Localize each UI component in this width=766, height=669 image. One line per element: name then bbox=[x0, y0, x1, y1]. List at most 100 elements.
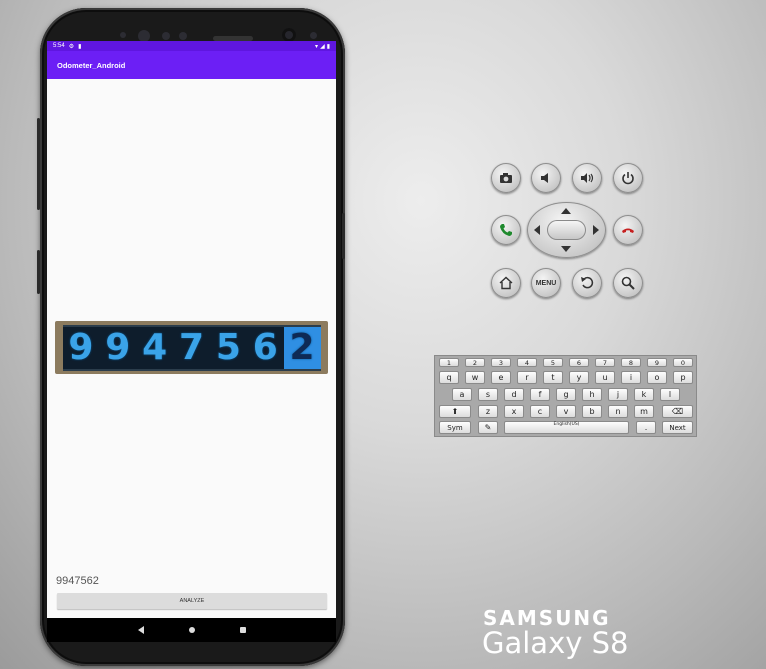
shift-key[interactable]: ⬆ bbox=[439, 405, 471, 418]
delete-key[interactable]: ⌫ bbox=[662, 405, 693, 418]
key-d[interactable]: d bbox=[504, 388, 524, 401]
dpad-center-button[interactable] bbox=[547, 220, 586, 240]
key-l[interactable]: l bbox=[660, 388, 680, 401]
home-button[interactable] bbox=[491, 268, 521, 298]
key-e[interactable]: e bbox=[491, 371, 511, 384]
key-z[interactable]: z bbox=[478, 405, 498, 418]
dpad-up-icon[interactable] bbox=[561, 208, 571, 214]
settings-key[interactable]: ✎ bbox=[478, 421, 498, 434]
status-bar: 5:54 ⚙ ▮ ▾ ◢ ▮ bbox=[47, 41, 336, 51]
menu-button[interactable]: MENU bbox=[531, 268, 561, 298]
sensor-icon bbox=[179, 32, 187, 40]
key-b[interactable]: b bbox=[582, 405, 602, 418]
camera-button[interactable] bbox=[491, 163, 521, 193]
key-8[interactable]: 8 bbox=[621, 358, 641, 367]
home-icon bbox=[499, 276, 513, 290]
key-3[interactable]: 3 bbox=[491, 358, 511, 367]
volume-down-icon bbox=[541, 173, 548, 183]
key-t[interactable]: t bbox=[543, 371, 563, 384]
key-c[interactable]: c bbox=[530, 405, 550, 418]
key-n[interactable]: n bbox=[608, 405, 628, 418]
power-icon bbox=[622, 172, 634, 185]
app-bar: Odometer_Android bbox=[47, 51, 336, 79]
end-call-icon bbox=[622, 228, 634, 233]
home-icon[interactable] bbox=[188, 627, 195, 633]
key-2[interactable]: 2 bbox=[465, 358, 485, 367]
key-4[interactable]: 4 bbox=[517, 358, 537, 367]
key-r[interactable]: r bbox=[517, 371, 537, 384]
key-p[interactable]: p bbox=[673, 371, 693, 384]
dpad-down-icon[interactable] bbox=[561, 246, 571, 252]
key-q[interactable]: q bbox=[439, 371, 459, 384]
key-y[interactable]: y bbox=[569, 371, 589, 384]
key-v[interactable]: v bbox=[556, 405, 576, 418]
recents-icon[interactable] bbox=[239, 627, 246, 633]
key-x[interactable]: x bbox=[504, 405, 524, 418]
odometer-digit: 2 bbox=[283, 326, 321, 369]
odometer-digit: 9 bbox=[68, 326, 94, 368]
key-j[interactable]: j bbox=[608, 388, 628, 401]
dpad[interactable] bbox=[527, 202, 606, 258]
brand-model: Galaxy S8 bbox=[482, 626, 629, 660]
backspace-icon: ⌫ bbox=[671, 407, 684, 416]
app-title: Odometer_Android bbox=[57, 60, 126, 70]
key-9[interactable]: 9 bbox=[647, 358, 667, 367]
signal-icon: ◢ bbox=[320, 43, 325, 50]
odometer-digit: 4 bbox=[142, 326, 168, 368]
key-a[interactable]: a bbox=[452, 388, 472, 401]
sensor-icon bbox=[162, 32, 170, 40]
camera-icon bbox=[500, 173, 512, 183]
key-i[interactable]: i bbox=[621, 371, 641, 384]
key-0[interactable]: 0 bbox=[673, 358, 693, 367]
sd-card-icon: ▮ bbox=[78, 43, 82, 50]
key-6[interactable]: 6 bbox=[569, 358, 589, 367]
key-7[interactable]: 7 bbox=[595, 358, 615, 367]
volume-up-button[interactable] bbox=[572, 163, 602, 193]
search-button[interactable] bbox=[613, 268, 643, 298]
dpad-left-icon[interactable] bbox=[534, 225, 540, 235]
next-key[interactable]: Next bbox=[662, 421, 693, 434]
space-key[interactable]: English(US) bbox=[504, 421, 629, 434]
odometer-image: 9 9 4 7 5 6 2 bbox=[55, 321, 328, 374]
odometer-digit: 9 bbox=[105, 326, 131, 368]
dpad-right-icon[interactable] bbox=[593, 225, 599, 235]
call-button[interactable] bbox=[491, 215, 521, 245]
call-icon bbox=[500, 224, 512, 236]
key-g[interactable]: g bbox=[556, 388, 576, 401]
pen-icon: ✎ bbox=[484, 423, 492, 432]
back-icon bbox=[581, 276, 594, 289]
volume-button[interactable] bbox=[37, 250, 40, 294]
key-o[interactable]: o bbox=[647, 371, 667, 384]
settings-icon: ⚙ bbox=[68, 43, 75, 50]
key-u[interactable]: u bbox=[595, 371, 615, 384]
search-icon bbox=[621, 276, 635, 290]
key-h[interactable]: h bbox=[582, 388, 602, 401]
sensor-icon bbox=[120, 32, 126, 38]
bixby-button[interactable] bbox=[37, 118, 40, 210]
menu-label: MENU bbox=[535, 279, 557, 287]
phone-screen: 5:54 ⚙ ▮ ▾ ◢ ▮ Odometer_Android 9 9 4 7 … bbox=[47, 41, 336, 642]
back-button[interactable] bbox=[572, 268, 602, 298]
sym-key[interactable]: Sym bbox=[439, 421, 471, 434]
volume-up-icon bbox=[581, 173, 594, 183]
key-m[interactable]: m bbox=[634, 405, 654, 418]
end-call-button[interactable] bbox=[613, 215, 643, 245]
power-button[interactable] bbox=[342, 213, 345, 259]
key-k[interactable]: k bbox=[634, 388, 654, 401]
emulator-keyboard: 1 2 3 4 5 6 7 8 9 0 q w e r t y u i o p … bbox=[434, 355, 697, 437]
shift-icon: ⬆ bbox=[451, 407, 459, 416]
battery-icon: ▮ bbox=[326, 43, 330, 50]
key-f[interactable]: f bbox=[530, 388, 550, 401]
back-icon[interactable] bbox=[137, 626, 144, 634]
period-key[interactable]: . bbox=[636, 421, 656, 434]
wifi-icon: ▾ bbox=[315, 43, 319, 50]
odometer-digit-strip: 9 9 4 7 5 6 2 bbox=[62, 324, 321, 371]
key-w[interactable]: w bbox=[465, 371, 485, 384]
key-s[interactable]: s bbox=[478, 388, 498, 401]
analyze-button[interactable]: ANALYZE bbox=[57, 593, 327, 609]
power-button-control[interactable] bbox=[613, 163, 643, 193]
key-1[interactable]: 1 bbox=[439, 358, 459, 367]
key-5[interactable]: 5 bbox=[543, 358, 563, 367]
odometer-digit: 6 bbox=[252, 326, 278, 368]
volume-down-button[interactable] bbox=[531, 163, 561, 193]
